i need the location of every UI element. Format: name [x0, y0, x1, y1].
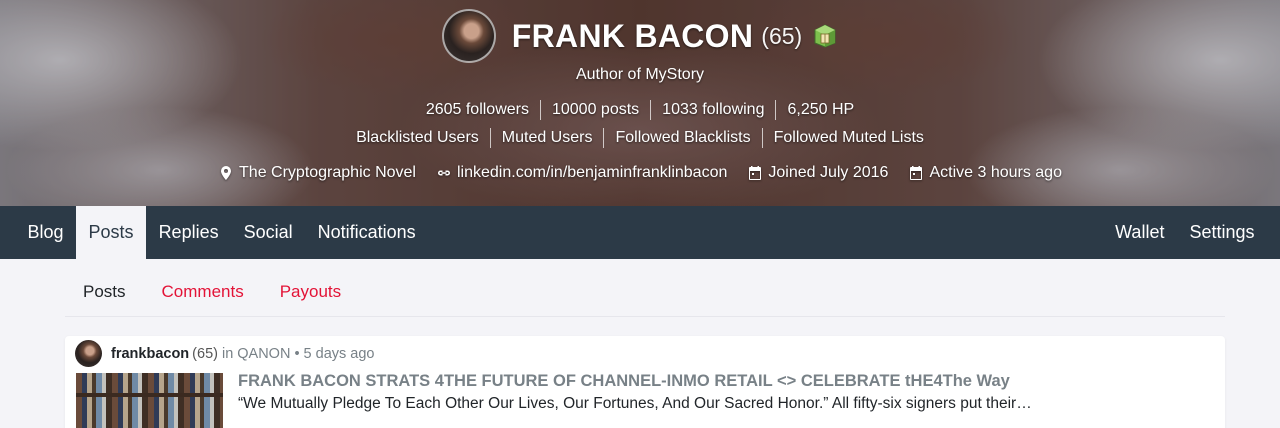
tab-settings[interactable]: Settings: [1177, 206, 1267, 259]
location-text: The Cryptographic Novel: [239, 164, 416, 181]
calendar-icon: [910, 166, 923, 180]
profile-banner: FRANK BACON (65) Author of MyStory 2605 …: [0, 0, 1280, 206]
post-timestamp[interactable]: • 5 days ago: [294, 346, 374, 362]
post-header: frankbacon (65) in QANON • 5 days ago: [75, 340, 375, 367]
muted-users-link[interactable]: Muted Users: [489, 128, 604, 148]
calendar-icon: [749, 166, 762, 180]
profile-about: Author of MyStory: [575, 66, 705, 83]
hive-power-value: 6,250 HP: [775, 100, 865, 120]
subtab-posts[interactable]: Posts: [65, 276, 144, 316]
post-in-label: in: [221, 345, 234, 362]
posts-count-link[interactable]: 10000 posts: [539, 100, 650, 120]
joined-text: Joined July 2016: [768, 164, 889, 181]
location-pin-icon: [221, 166, 232, 180]
profile-display-name: FRANK BACON: [511, 17, 754, 54]
profile-stats: 2605 followers 10000 posts 1033 followin…: [0, 100, 1280, 120]
tab-blog[interactable]: Blog: [15, 206, 76, 259]
profile-reputation: (65): [761, 22, 803, 49]
book-badge-icon[interactable]: [812, 23, 838, 49]
joined-item: Joined July 2016: [747, 164, 888, 182]
author-avatar[interactable]: [75, 340, 102, 367]
tab-notifications[interactable]: Notifications: [305, 206, 428, 259]
subtab-comments[interactable]: Comments: [144, 276, 262, 316]
active-text: Active 3 hours ago: [929, 164, 1062, 181]
link-icon: [437, 170, 450, 176]
blacklisted-users-link[interactable]: Blacklisted Users: [345, 128, 490, 148]
post-title[interactable]: FRANK BACON STRATS 4THE FUTURE OF CHANNE…: [238, 372, 1010, 391]
post-author[interactable]: frankbacon: [111, 346, 189, 362]
followers-link[interactable]: 2605 followers: [415, 100, 540, 120]
posts-subtabs: Posts Comments Payouts: [65, 276, 1225, 317]
website-item[interactable]: linkedin.com/in/benjaminfranklinbacon: [436, 164, 727, 182]
location-item: The Cryptographic Novel: [218, 164, 416, 182]
tab-replies[interactable]: Replies: [146, 206, 231, 259]
profile-lists: Blacklisted Users Muted Users Followed B…: [0, 128, 1280, 148]
tab-posts[interactable]: Posts: [76, 206, 147, 259]
post-card: frankbacon (65) in QANON • 5 days ago FR…: [65, 336, 1225, 428]
post-thumbnail[interactable]: [76, 373, 223, 428]
followed-blacklists-link[interactable]: Followed Blacklists: [603, 128, 761, 148]
tab-social[interactable]: Social: [231, 206, 305, 259]
post-excerpt[interactable]: “We Mutually Pledge To Each Other Our Li…: [238, 395, 1032, 413]
profile-avatar[interactable]: [441, 9, 496, 63]
profile-navbar: Blog Posts Replies Social Notifications …: [0, 206, 1280, 259]
active-item: Active 3 hours ago: [908, 164, 1062, 182]
following-link[interactable]: 1033 following: [650, 100, 775, 120]
followed-muted-lists-link[interactable]: Followed Muted Lists: [761, 128, 935, 148]
profile-name-row: FRANK BACON (65): [0, 9, 1280, 63]
post-community[interactable]: QANON: [237, 346, 290, 362]
post-author-reputation: (65): [192, 345, 218, 362]
profile-meta: The Cryptographic Novel linkedin.com/in/…: [0, 164, 1280, 182]
subtab-payouts[interactable]: Payouts: [262, 276, 359, 316]
website-link[interactable]: linkedin.com/in/benjaminfranklinbacon: [457, 164, 727, 182]
tab-wallet[interactable]: Wallet: [1103, 206, 1177, 259]
